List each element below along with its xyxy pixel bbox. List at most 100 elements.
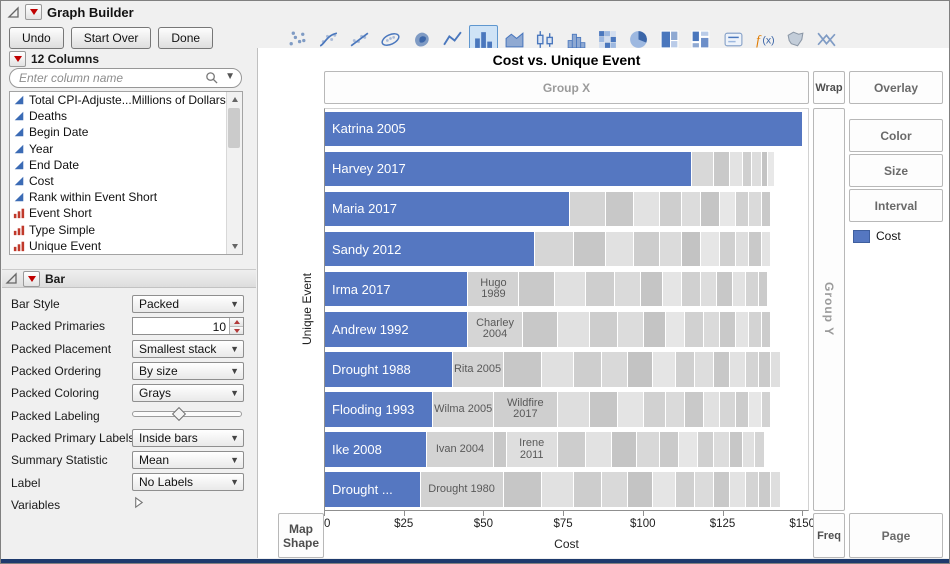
bar-segment[interactable] bbox=[730, 432, 742, 467]
bar-segment[interactable] bbox=[504, 352, 541, 387]
bar-segment[interactable] bbox=[759, 472, 771, 507]
bar-segment[interactable] bbox=[743, 152, 752, 187]
bar-segment[interactable] bbox=[701, 192, 719, 227]
bar-segment[interactable] bbox=[574, 232, 605, 267]
bar-segment[interactable]: Charley 2004 bbox=[468, 312, 521, 347]
variables-disclosure[interactable] bbox=[132, 496, 145, 513]
drop-zone-size[interactable]: Size bbox=[849, 154, 943, 187]
bar-segment[interactable] bbox=[714, 352, 729, 387]
bar-segment[interactable] bbox=[730, 472, 745, 507]
spinner-down-button[interactable] bbox=[230, 326, 243, 335]
bar-primary[interactable]: Maria 2017 bbox=[325, 192, 569, 227]
bar-segment[interactable] bbox=[542, 472, 573, 507]
bar-segment[interactable]: Hugo 1989 bbox=[468, 272, 518, 307]
bar-segment[interactable]: Drought 1980 bbox=[421, 472, 503, 507]
bar-segment[interactable] bbox=[660, 232, 681, 267]
bar-segment[interactable] bbox=[692, 152, 713, 187]
bar-segment[interactable] bbox=[666, 392, 684, 427]
slider-thumb[interactable] bbox=[172, 407, 186, 421]
bar-segment[interactable] bbox=[586, 432, 611, 467]
bar-segment[interactable] bbox=[590, 312, 618, 347]
scrollbar[interactable] bbox=[226, 92, 242, 254]
bar-segment[interactable] bbox=[555, 272, 586, 307]
bar-segment[interactable] bbox=[682, 232, 700, 267]
bar-segment[interactable] bbox=[730, 352, 745, 387]
column-item[interactable]: Cost bbox=[10, 173, 242, 189]
label-select[interactable]: No Labels▼ bbox=[132, 473, 244, 491]
bar-segment[interactable] bbox=[504, 472, 541, 507]
packed-coloring-select[interactable]: Grays▼ bbox=[132, 384, 244, 402]
column-item[interactable]: Unique Event bbox=[10, 238, 242, 254]
bar-segment[interactable] bbox=[653, 472, 674, 507]
bar-segment[interactable] bbox=[695, 352, 713, 387]
bar-segment[interactable] bbox=[641, 272, 662, 307]
column-item[interactable]: Type Simple bbox=[10, 222, 242, 238]
red-triangle-menu-icon[interactable] bbox=[23, 271, 40, 287]
bar-segment[interactable] bbox=[762, 232, 771, 267]
bar-segment[interactable] bbox=[714, 472, 729, 507]
bar-segment[interactable] bbox=[558, 392, 589, 427]
bar-segment[interactable] bbox=[574, 472, 602, 507]
bar-segment[interactable] bbox=[606, 232, 634, 267]
bar-segment[interactable] bbox=[749, 312, 761, 347]
bar-primary[interactable]: Harvey 2017 bbox=[325, 152, 691, 187]
packed-primary-labels-select[interactable]: Inside bars▼ bbox=[132, 429, 244, 447]
bar-segment[interactable] bbox=[602, 472, 627, 507]
bar-segment[interactable] bbox=[558, 312, 589, 347]
bar-segment[interactable] bbox=[685, 392, 703, 427]
drop-zone-overlay[interactable]: Overlay bbox=[849, 71, 943, 104]
bar-segment[interactable] bbox=[519, 272, 553, 307]
red-triangle-menu-icon[interactable] bbox=[9, 51, 26, 67]
bar-segment[interactable]: Rita 2005 bbox=[453, 352, 503, 387]
scrollbar-thumb[interactable] bbox=[228, 108, 240, 148]
bar-segment[interactable] bbox=[746, 352, 758, 387]
bar-segment[interactable] bbox=[535, 232, 572, 267]
bar-segment[interactable] bbox=[660, 432, 678, 467]
bar-segment[interactable] bbox=[733, 272, 745, 307]
bar-segment[interactable] bbox=[586, 272, 614, 307]
bar-segment[interactable] bbox=[771, 352, 780, 387]
bar-primary[interactable]: Andrew 1992 bbox=[325, 312, 467, 347]
bar-segment[interactable] bbox=[749, 192, 761, 227]
drop-zone-group-x[interactable]: Group X bbox=[324, 71, 809, 104]
bar-segment[interactable] bbox=[618, 312, 643, 347]
collapse-outline-icon[interactable] bbox=[5, 272, 18, 285]
bar-segment[interactable] bbox=[570, 192, 604, 227]
column-item[interactable]: Rank within Event Short bbox=[10, 189, 242, 205]
bar-segment[interactable] bbox=[590, 392, 618, 427]
bar-segment[interactable] bbox=[637, 432, 658, 467]
bar-segment[interactable] bbox=[628, 352, 653, 387]
bar-segment[interactable] bbox=[494, 432, 506, 467]
bar-segment[interactable] bbox=[558, 432, 586, 467]
bar-segment[interactable] bbox=[634, 232, 659, 267]
bar-segment[interactable] bbox=[704, 392, 719, 427]
bar-segment[interactable] bbox=[749, 392, 761, 427]
bar-segment[interactable] bbox=[736, 312, 748, 347]
bar-segment[interactable] bbox=[606, 192, 634, 227]
bar-segment[interactable] bbox=[720, 312, 735, 347]
summary-statistic-select[interactable]: Mean▼ bbox=[132, 451, 244, 469]
bar-segment[interactable] bbox=[759, 272, 768, 307]
packed-placement-select[interactable]: Smallest stack▼ bbox=[132, 340, 244, 358]
bar-segment[interactable] bbox=[714, 432, 729, 467]
packed-labeling-slider[interactable] bbox=[132, 406, 242, 420]
bar-segment[interactable]: Ivan 2004 bbox=[427, 432, 493, 467]
drop-zone-page[interactable]: Page bbox=[849, 513, 943, 558]
bar-segment[interactable] bbox=[736, 392, 748, 427]
bar-segment[interactable] bbox=[615, 272, 640, 307]
bar-segment[interactable] bbox=[762, 312, 771, 347]
bar-segment[interactable] bbox=[762, 192, 771, 227]
bar-segment[interactable] bbox=[685, 312, 703, 347]
column-item[interactable]: Deaths bbox=[10, 108, 242, 124]
bar-primary[interactable]: Sandy 2012 bbox=[325, 232, 534, 267]
bar-segment[interactable] bbox=[720, 392, 735, 427]
bar-segment[interactable] bbox=[736, 192, 748, 227]
column-item[interactable]: End Date bbox=[10, 157, 242, 173]
chevron-down-icon[interactable]: ▼ bbox=[225, 71, 235, 82]
bar-segment[interactable] bbox=[653, 352, 674, 387]
bar-segment[interactable] bbox=[771, 472, 780, 507]
bar-segment[interactable] bbox=[663, 272, 681, 307]
bar-primary[interactable]: Irma 2017 bbox=[325, 272, 467, 307]
column-item[interactable]: Total CPI-Adjuste...Millions of Dollars) bbox=[10, 92, 242, 108]
column-item[interactable]: Event Short bbox=[10, 205, 242, 221]
